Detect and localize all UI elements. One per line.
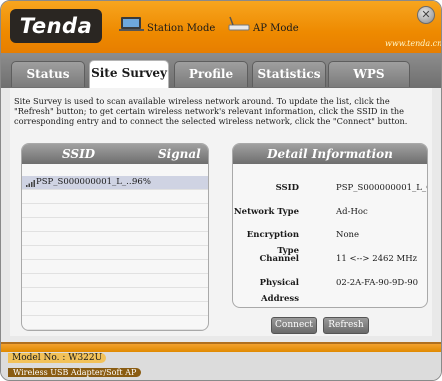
header: Tenda Station Mode AP Mode ✕ www.tenda.c… <box>1 1 441 53</box>
signal-strength-icon <box>26 180 35 187</box>
empty-row <box>22 204 208 218</box>
network-type-value: Ad-Hoc <box>336 207 368 217</box>
footer-accent-bar <box>1 344 441 352</box>
product-description: Wireless USB Adapter/Soft AP <box>8 368 142 377</box>
model-number: Model No. : W322U <box>8 353 107 363</box>
network-type-label: Network Type <box>233 207 299 217</box>
channel-label: Channel <box>259 254 299 264</box>
close-icon: ✕ <box>421 8 431 21</box>
tab-wps-setting[interactable]: WPS Setting <box>328 61 410 106</box>
ssid-value: PSP_S000000001_L_Gu <box>336 183 427 193</box>
empty-row <box>22 274 208 288</box>
empty-row <box>22 316 208 330</box>
close-button[interactable]: ✕ <box>417 6 435 24</box>
network-row[interactable]: PSP_S000000001_L_... 96% <box>22 176 208 190</box>
ssid-column-header[interactable]: SSID <box>62 144 95 164</box>
detail-channel-row: Channel 11 <--> 2462 MHz <box>233 251 427 267</box>
detail-encryption-row: Encryption Type None <box>233 227 427 256</box>
network-list-panel: SSID Signal PSP_S000000001_L_... 96% <box>21 143 209 331</box>
detail-network-type-row: Network Type Ad-Hoc <box>233 204 427 220</box>
connect-button[interactable]: Connect <box>271 317 317 334</box>
station-mode-icon[interactable] <box>119 16 145 32</box>
detail-information-panel: Detail Information SSID PSP_S000000001_L… <box>232 143 428 308</box>
physical-address-label: Physical Address <box>259 278 299 304</box>
signal-column-header[interactable]: Signal <box>158 144 201 164</box>
detail-information-title: Detail Information <box>233 144 427 164</box>
empty-row <box>22 232 208 246</box>
tab-bar: Status Site Survey Profile Statistics WP… <box>1 53 441 106</box>
network-signal: 96% <box>132 177 151 187</box>
detail-ssid-row: SSID PSP_S000000001_L_Gu <box>233 180 427 196</box>
tab-profile[interactable]: Profile <box>174 61 248 87</box>
ap-mode-icon[interactable] <box>226 16 252 32</box>
tenda-logo: Tenda <box>10 9 102 43</box>
tab-status[interactable]: Status <box>11 61 85 87</box>
empty-row <box>22 302 208 316</box>
network-rows: PSP_S000000001_L_... 96% <box>22 176 208 330</box>
empty-row <box>22 260 208 274</box>
website-url: www.tenda.cn <box>385 39 442 48</box>
refresh-button[interactable]: Refresh <box>323 317 369 334</box>
detail-mac-row: Physical Address 02-2A-FA-90-9D-90 <box>233 275 427 304</box>
empty-row <box>22 246 208 260</box>
app-window: Tenda Station Mode AP Mode ✕ www.tenda.c… <box>0 0 442 381</box>
footer: Model No. : W322U Wireless USB Adapter/S… <box>1 342 441 380</box>
ap-mode-label[interactable]: AP Mode <box>253 23 299 34</box>
ssid-label: SSID <box>275 183 299 193</box>
encryption-type-value: None <box>336 230 360 240</box>
station-mode-label[interactable]: Station Mode <box>147 23 215 34</box>
network-ssid: PSP_S000000001_L_... <box>36 177 135 187</box>
site-survey-description: Site Survey is used to scan available wi… <box>14 96 408 126</box>
channel-value: 11 <--> 2462 MHz <box>336 254 418 264</box>
empty-row <box>22 218 208 232</box>
empty-row <box>22 288 208 302</box>
empty-row <box>22 190 208 204</box>
network-list-header: SSID Signal <box>22 144 208 164</box>
tab-site-survey[interactable]: Site Survey <box>89 60 169 89</box>
tab-statistics[interactable]: Statistics <box>252 61 326 87</box>
physical-address-value: 02-2A-FA-90-9D-90 <box>336 278 419 288</box>
